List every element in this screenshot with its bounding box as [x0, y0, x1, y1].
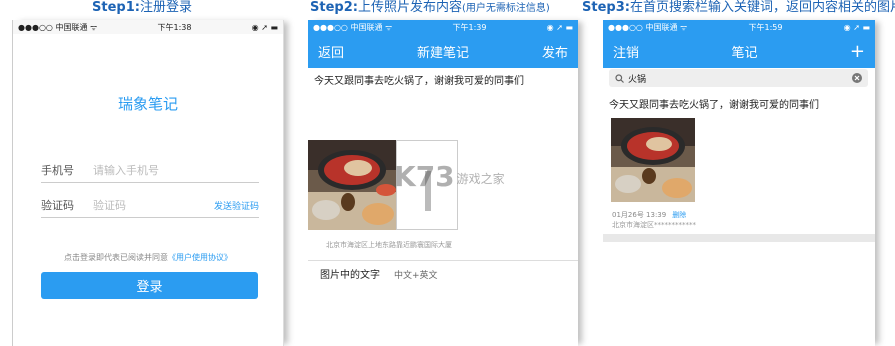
step3-title: Step3:在首页搜索栏输入关键词，返回内容相关的图片	[582, 0, 895, 16]
step2-note: (用户无需标注信息)	[461, 3, 550, 14]
ocr-row[interactable]: 图片中的文字 中文+英文	[320, 266, 438, 281]
step1-title: Step1:注册登录	[92, 0, 192, 16]
code-field[interactable]: 验证码 验证码 发送验证码	[41, 193, 259, 218]
search-input[interactable]: 火锅	[628, 72, 852, 85]
phone-input[interactable]: 请输入手机号	[93, 162, 259, 178]
clock: 下午1:59	[748, 22, 783, 32]
nav-bar: 返回 新建笔记 发布	[308, 34, 578, 68]
new-note-screen: ●●●○○ 中国联通 ᯤ 下午1:39 ◉ ➚ ▬ 返回 新建笔记 发布 今天又…	[308, 20, 578, 346]
result-location: 北京市海淀区************	[612, 221, 696, 229]
clear-icon[interactable]	[852, 73, 862, 83]
watermark: K73 游戏之家	[394, 160, 505, 193]
clock: 下午1:38	[157, 22, 192, 32]
login-button[interactable]: 登录	[41, 272, 258, 299]
code-input[interactable]: 验证码	[93, 197, 214, 213]
battery-icon: ◉ ➚ ▬	[843, 22, 870, 32]
status-bar: ●●●○○ 中国联通 ᯤ 下午1:39 ◉ ➚ ▬	[308, 20, 578, 34]
notes-screen: ●●●○○ 中国联通 ᯤ 下午1:59 ◉ ➚ ▬ 注销 笔记 + 火锅 今天又…	[603, 20, 875, 346]
status-bar: ●●●○○ 中国联通 ᯤ 下午1:38 ◉ ➚ ▬	[13, 20, 283, 34]
battery-icon: ◉ ➚ ▬	[251, 22, 278, 32]
location-text: 北京市海淀区上地东路靠近鹏寰国际大厦	[326, 241, 452, 249]
hotpot-image-icon	[308, 140, 396, 230]
app-title: 瑞象笔记	[117, 95, 178, 113]
result-photo[interactable]	[611, 118, 695, 202]
nav-title: 笔记	[731, 45, 758, 61]
clock: 下午1:39	[452, 22, 487, 32]
agreement-label: 点击登录即代表已阅读并同意	[64, 253, 168, 262]
step2-label: Step2:	[310, 0, 358, 15]
code-label: 验证码	[41, 199, 74, 212]
step2-text: 上传照片发布内容	[357, 0, 462, 15]
ocr-label: 图片中的文字	[320, 270, 380, 281]
add-note-button[interactable]: +	[850, 41, 865, 62]
agreement-link[interactable]: 《用户使用协议》	[168, 253, 232, 262]
phone-label: 手机号	[41, 164, 74, 177]
nav-title: 新建笔记	[416, 45, 469, 61]
step1-label: Step1:	[92, 0, 140, 15]
delete-button[interactable]: 删除	[672, 211, 686, 219]
send-code-button[interactable]: 发送验证码	[214, 199, 259, 212]
back-button[interactable]: 返回	[318, 42, 344, 61]
result-date: 01月26号 13:39	[612, 211, 667, 219]
step3-label: Step3:	[582, 0, 630, 15]
carrier: ●●●○○ 中国联通 ᯤ	[313, 22, 393, 32]
battery-icon: ◉ ➚ ▬	[546, 22, 573, 32]
logout-button[interactable]: 注销	[613, 42, 639, 61]
publish-button[interactable]: 发布	[542, 42, 568, 61]
divider	[308, 260, 578, 261]
hotpot-photo[interactable]	[308, 140, 396, 230]
nav-bar: 注销 笔记 +	[603, 34, 875, 68]
result-meta: 01月26号 13:39 删除	[612, 210, 686, 220]
ocr-value[interactable]: 中文+英文	[394, 271, 438, 281]
divider-band	[603, 234, 875, 242]
watermark-sub: 游戏之家	[456, 171, 505, 186]
carrier: ●●●○○ 中国联通 ᯤ	[18, 22, 98, 32]
step1-text: 注册登录	[139, 0, 192, 15]
result-text[interactable]: 今天又跟同事去吃火锅了，谢谢我可爱的同事们	[609, 96, 819, 111]
watermark-logo: K73	[394, 160, 455, 193]
login-screen: ●●●○○ 中国联通 ᯤ 下午1:38 ◉ ➚ ▬ 瑞象笔记 手机号 请输入手机…	[12, 20, 284, 346]
step2-title: Step2:上传照片发布内容(用户无需标注信息)	[310, 0, 550, 17]
step3-text: 在首页搜索栏输入关键词，返回内容相关的图片	[629, 0, 895, 15]
status-bar: ●●●○○ 中国联通 ᯤ 下午1:59 ◉ ➚ ▬	[603, 20, 875, 34]
search-bar[interactable]: 火锅	[609, 69, 868, 87]
hotpot-image-icon	[611, 118, 695, 202]
phone-field[interactable]: 手机号 请输入手机号	[41, 158, 259, 183]
search-icon	[615, 73, 624, 83]
agreement-text: 点击登录即代表已阅读并同意《用户使用协议》	[13, 252, 283, 263]
note-text[interactable]: 今天又跟同事去吃火锅了，谢谢我可爱的同事们	[314, 72, 524, 87]
carrier: ●●●○○ 中国联通 ᯤ	[608, 22, 688, 32]
